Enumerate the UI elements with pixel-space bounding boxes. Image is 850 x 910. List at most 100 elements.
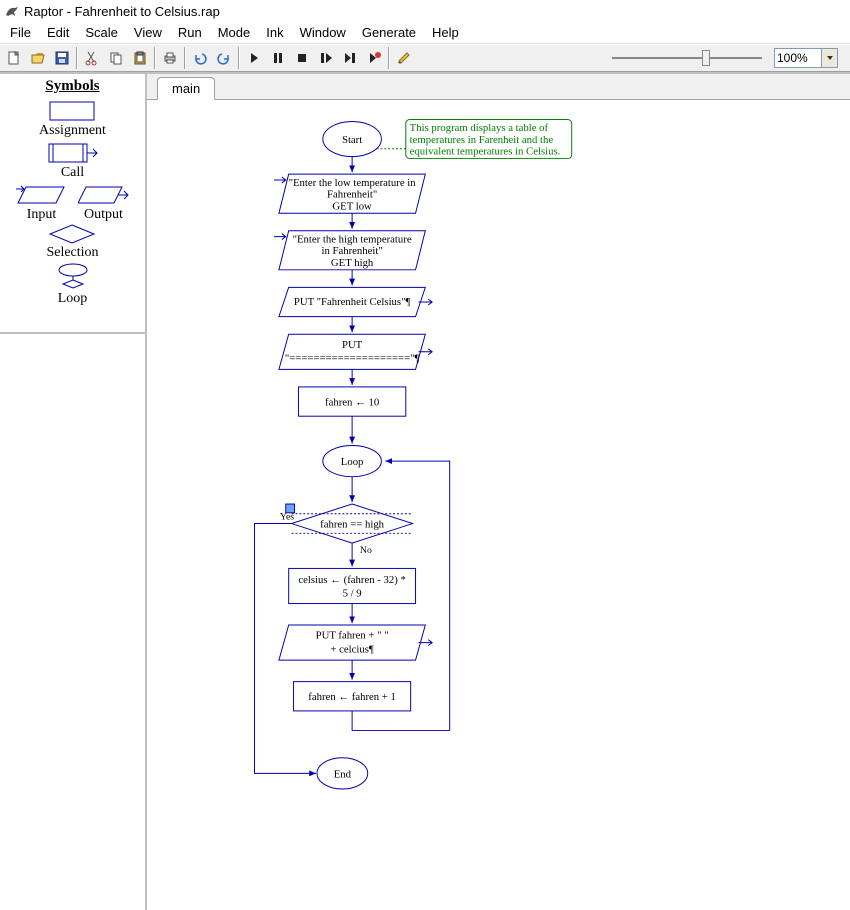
symbol-output[interactable]: Output — [78, 183, 130, 223]
step-over-button[interactable] — [338, 47, 362, 69]
tab-main[interactable]: main — [157, 77, 215, 100]
cut-button[interactable] — [80, 47, 104, 69]
symbols-pane: Symbols Assignment Call Input Output — [0, 74, 145, 334]
window-title: Raptor - Fahrenheit to Celsius.rap — [24, 4, 220, 19]
symbol-loop-label: Loop — [58, 291, 88, 307]
flow-assign-increment[interactable]: fahren ← fahren + 1 — [294, 682, 411, 711]
app-icon — [4, 3, 20, 19]
symbol-call-label: Call — [61, 165, 84, 181]
flow-output-separator[interactable]: PUT "===================="¶ — [279, 334, 432, 369]
breakpoint-button[interactable] — [362, 47, 386, 69]
flow-text: PUT — [342, 339, 363, 351]
symbol-input-label: Input — [27, 207, 57, 223]
start-label: Start — [342, 134, 362, 146]
symbol-input[interactable]: Input — [16, 183, 68, 223]
menu-bar: File Edit Scale View Run Mode Ink Window… — [0, 22, 850, 44]
copy-button[interactable] — [104, 47, 128, 69]
flow-text: PUT "Fahrenheit Celsius"¶ — [294, 296, 411, 308]
zoom-combo[interactable] — [774, 48, 838, 68]
flow-input-low[interactable]: "Enter the low temperature in Fahrenheit… — [274, 174, 425, 213]
decision-no-label: No — [360, 545, 372, 556]
stop-button[interactable] — [290, 47, 314, 69]
symbol-selection-label: Selection — [46, 245, 98, 261]
flow-text: Loop — [341, 456, 364, 468]
slider-thumb[interactable] — [702, 50, 710, 66]
redo-button[interactable] — [212, 47, 236, 69]
menu-mode[interactable]: Mode — [210, 23, 259, 42]
side-panel: Symbols Assignment Call Input Output — [0, 74, 147, 910]
menu-scale[interactable]: Scale — [77, 23, 126, 42]
print-button[interactable] — [158, 47, 182, 69]
flow-text: PUT fahren + " " — [316, 630, 389, 642]
flow-loop[interactable]: Loop — [323, 445, 382, 476]
new-button[interactable] — [2, 47, 26, 69]
flow-assign-init[interactable]: fahren ← 10 — [298, 387, 405, 416]
symbol-assignment[interactable]: Assignment — [39, 99, 106, 139]
flowchart-canvas[interactable]: This program displays a table of tempera… — [147, 100, 850, 910]
symbol-assignment-label: Assignment — [39, 123, 106, 139]
flow-text: + celcius¶ — [330, 643, 373, 655]
flow-text: "===================="¶ — [285, 353, 420, 365]
main-area: main This program displays a table of te… — [147, 74, 850, 910]
symbol-output-label: Output — [84, 207, 123, 223]
menu-window[interactable]: Window — [292, 23, 354, 42]
comment-line: equivalent temperatures in Celsius. — [410, 146, 561, 158]
symbols-title: Symbols — [45, 78, 99, 95]
toolbar — [0, 44, 850, 72]
menu-run[interactable]: Run — [170, 23, 210, 42]
flow-text: GET high — [331, 257, 374, 269]
toolbar-sep — [388, 47, 390, 69]
workspace: Symbols Assignment Call Input Output — [0, 72, 850, 910]
flow-text: fahren == high — [320, 518, 385, 530]
save-button[interactable] — [50, 47, 74, 69]
variables-pane — [0, 334, 145, 910]
flow-text: 5 / 9 — [343, 588, 362, 600]
toolbar-sep — [238, 47, 240, 69]
flowchart-svg: This program displays a table of tempera… — [147, 100, 850, 910]
flow-text: Fahrenheit" — [327, 189, 377, 201]
step-into-button[interactable] — [314, 47, 338, 69]
flow-start[interactable]: Start — [323, 121, 382, 156]
speed-slider[interactable] — [612, 48, 762, 68]
pause-button[interactable] — [266, 47, 290, 69]
pencil-button[interactable] — [392, 47, 416, 69]
flow-text: fahren ← fahren + 1 — [308, 691, 396, 703]
symbol-call[interactable]: Call — [43, 141, 103, 181]
flow-text: GET low — [332, 200, 372, 212]
flow-comment[interactable]: This program displays a table of tempera… — [377, 120, 572, 159]
flow-text: "Enter the low temperature in — [289, 177, 417, 189]
end-label: End — [334, 768, 352, 780]
menu-edit[interactable]: Edit — [39, 23, 77, 42]
menu-ink[interactable]: Ink — [258, 23, 291, 42]
comment-line: This program displays a table of — [410, 122, 549, 134]
menu-view[interactable]: View — [126, 23, 170, 42]
play-button[interactable] — [242, 47, 266, 69]
flow-text: fahren ← 10 — [325, 396, 379, 408]
symbol-loop[interactable]: Loop — [53, 263, 93, 307]
flow-output-header[interactable]: PUT "Fahrenheit Celsius"¶ — [279, 287, 432, 316]
toolbar-sep — [154, 47, 156, 69]
flow-output-row[interactable]: PUT fahren + " " + celcius¶ — [279, 625, 432, 660]
paste-button[interactable] — [128, 47, 152, 69]
toolbar-sep — [76, 47, 78, 69]
window-title-bar: Raptor - Fahrenheit to Celsius.rap — [0, 0, 850, 22]
menu-file[interactable]: File — [2, 23, 39, 42]
flow-input-high[interactable]: "Enter the high temperature in Fahrenhei… — [274, 231, 425, 270]
symbol-selection[interactable]: Selection — [46, 223, 98, 261]
flow-text: in Fahrenheit" — [321, 245, 382, 257]
menu-generate[interactable]: Generate — [354, 23, 424, 42]
tab-strip: main — [147, 74, 850, 100]
zoom-dropdown-icon[interactable] — [821, 49, 837, 67]
menu-help[interactable]: Help — [424, 23, 467, 42]
flow-decision[interactable]: fahren == high — [286, 504, 413, 543]
flow-assign-celsius[interactable]: celsius ← (fahren - 32) * 5 / 9 — [289, 568, 416, 603]
zoom-input[interactable] — [775, 51, 821, 65]
flow-end[interactable]: End — [317, 758, 368, 789]
decision-yes-label: Yes — [280, 512, 294, 523]
flow-text: celsius ← (fahren - 32) * — [298, 574, 405, 586]
toolbar-sep — [184, 47, 186, 69]
flow-text: "Enter the high temperature — [293, 233, 412, 245]
comment-line: temperatures in Farenheit and the — [410, 134, 554, 146]
undo-button[interactable] — [188, 47, 212, 69]
open-button[interactable] — [26, 47, 50, 69]
